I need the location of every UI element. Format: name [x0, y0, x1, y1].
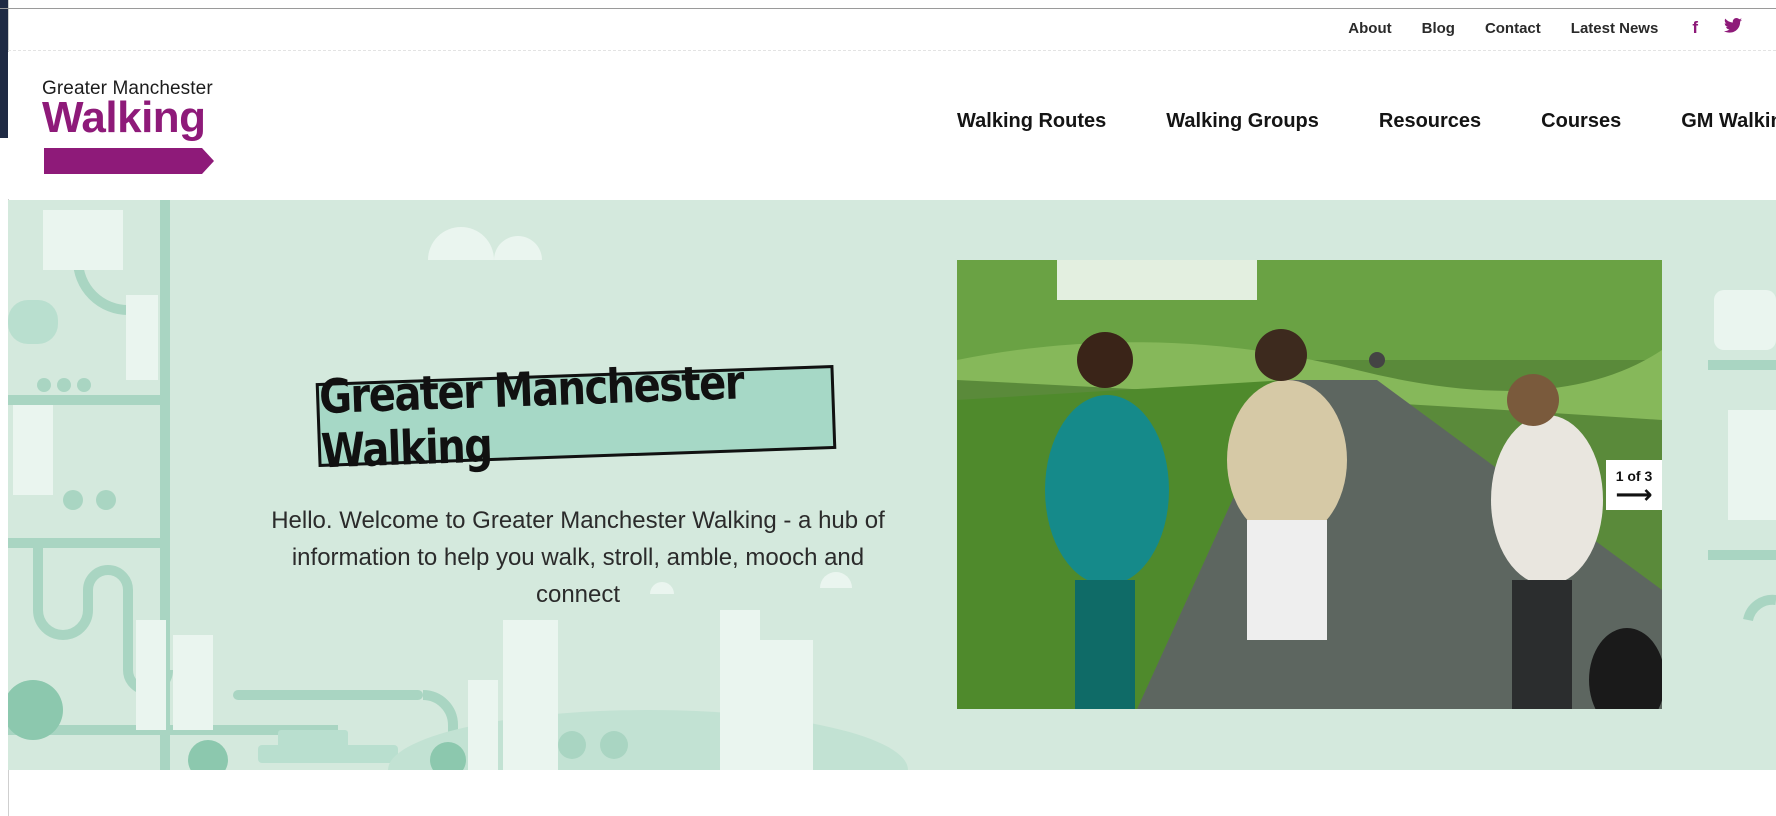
hero-title-box: Greater Manchester Walking [315, 356, 837, 479]
utility-bar: About Blog Contact Latest News f [8, 10, 1776, 51]
nav-item-courses[interactable]: Courses [1541, 110, 1621, 133]
utility-links: About Blog Contact Latest News f [1348, 18, 1742, 38]
site-logo[interactable]: Greater Manchester Walking [42, 78, 232, 178]
hero-banner: Greater Manchester Walking Hello. Welcom… [8, 200, 1776, 770]
nav-item-walking-routes[interactable]: Walking Routes [957, 110, 1106, 133]
slider-counter[interactable]: 1 of 3 ⟶ [1606, 460, 1662, 510]
hero-title: Greater Manchester Walking [318, 355, 744, 480]
hero-photo-slider[interactable]: 1 of 3 ⟶ [957, 260, 1662, 709]
browser-chrome [0, 0, 8, 138]
twitter-icon[interactable] [1724, 18, 1742, 38]
facebook-icon[interactable]: f [1692, 18, 1698, 38]
utility-link-about[interactable]: About [1348, 20, 1391, 37]
utility-link-contact[interactable]: Contact [1485, 20, 1541, 37]
social-links: f [1692, 18, 1742, 38]
logo-line-2: Walking [42, 93, 206, 142]
logo-arrow-bar [44, 148, 214, 174]
hero-intro: Hello. Welcome to Greater Manchester Wal… [271, 507, 885, 608]
nav-item-walking-groups[interactable]: Walking Groups [1166, 110, 1319, 133]
nav-item-resources[interactable]: Resources [1379, 110, 1481, 133]
next-arrow-icon[interactable]: ⟶ [1615, 481, 1652, 507]
top-divider [0, 8, 1776, 9]
site-header: Greater Manchester Walking Walking Route… [8, 52, 1776, 199]
nav-item-gm-walking[interactable]: GM Walking [1681, 110, 1776, 133]
utility-link-latest-news[interactable]: Latest News [1571, 20, 1659, 37]
utility-link-blog[interactable]: Blog [1422, 20, 1455, 37]
slide-image [957, 260, 1662, 709]
main-nav: Walking Routes Walking Groups Resources … [957, 110, 1776, 133]
